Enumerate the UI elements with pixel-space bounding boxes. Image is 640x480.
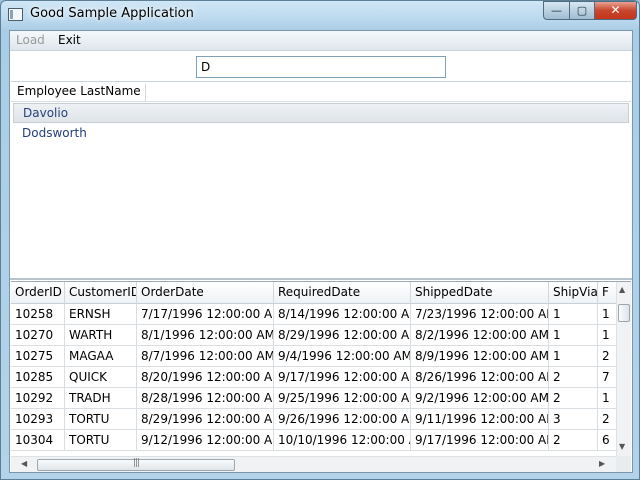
horizontal-scroll-thumb[interactable]: ||| (37, 458, 235, 471)
search-input[interactable] (196, 56, 446, 78)
app-window-icon[interactable] (8, 8, 23, 21)
cell-freight: 7 (602, 370, 610, 384)
cell-orderid: 10285 (11, 367, 65, 388)
cell-shippeddate: 9/17/1996 12:00:00 AM (411, 430, 549, 451)
cell-shipvia: 2 (549, 367, 598, 388)
application-window: Good Sample Application — ▢ ✕ Load Exit … (0, 0, 640, 480)
cell-orderdate: 7/17/1996 12:00:00 AM (137, 304, 274, 325)
cell-orderdate: 8/20/1996 12:00:00 AM (137, 367, 274, 388)
employee-list: Employee LastName Davolio Dodsworth (11, 81, 631, 281)
cell-orderid: 10293 (11, 409, 65, 430)
list-item-dodsworth[interactable]: Dodsworth (13, 124, 629, 144)
cell-shipvia: 2 (549, 388, 598, 409)
cell-shippeddate: 9/2/1996 12:00:00 AM (411, 388, 549, 409)
table-row[interactable]: 10292 TRADH 8/28/1996 12:00:00 AM 9/25/1… (11, 388, 616, 409)
cell-orderdate: 8/28/1996 12:00:00 AM (137, 388, 274, 409)
cell-freight: 2 (602, 349, 610, 363)
cell-customerid: QUICK (65, 367, 137, 388)
cell-requireddate: 9/25/1996 12:00:00 AM (274, 388, 411, 409)
cell-customerid: MAGAA (65, 346, 137, 367)
list-item-davolio[interactable]: Davolio (13, 103, 629, 123)
cell-shippeddate: 8/2/1996 12:00:00 AM (411, 325, 549, 346)
table-row[interactable]: 10304 TORTU 9/12/1996 12:00:00 AM 10/10/… (11, 430, 616, 451)
cell-shippeddate: 8/26/1996 12:00:00 AM (411, 367, 549, 388)
cell-requireddate: 8/14/1996 12:00:00 AM (274, 304, 411, 325)
column-header-freight[interactable]: F (598, 282, 616, 304)
column-header-customerid[interactable]: CustomerID (65, 282, 137, 304)
cell-customerid: TORTU (65, 430, 137, 451)
scroll-up-icon[interactable]: ▲ (619, 285, 625, 294)
cell-freight: 1 (602, 307, 610, 321)
cell-freight: 1 (602, 391, 610, 405)
window-title: Good Sample Application (30, 6, 194, 21)
cell-shipvia: 1 (549, 346, 598, 367)
column-header-orderdate[interactable]: OrderDate (137, 282, 274, 304)
cell-shipvia: 3 (549, 409, 598, 430)
cell-shippeddate: 9/11/1996 12:00:00 AM (411, 409, 549, 430)
cell-orderid: 10275 (11, 346, 65, 367)
cell-orderdate: 8/29/1996 12:00:00 AM (137, 409, 274, 430)
minimize-button[interactable]: — (543, 1, 570, 20)
horizontal-scrollbar[interactable]: ◀ ||| ▶ (11, 456, 616, 472)
table-row[interactable]: 10275 MAGAA 8/7/1996 12:00:00 AM 9/4/199… (11, 346, 616, 367)
column-header-employee-lastname[interactable]: Employee LastName (17, 84, 146, 102)
cell-shipvia: 1 (549, 304, 598, 325)
cell-customerid: TRADH (65, 388, 137, 409)
scroll-down-icon[interactable]: ▼ (619, 442, 625, 451)
cell-orderid: 10292 (11, 388, 65, 409)
cell-shipvia: 2 (549, 430, 598, 451)
scroll-left-icon[interactable]: ◀ (21, 459, 27, 468)
scrollbar-corner (616, 456, 631, 472)
cell-freight: 2 (602, 412, 610, 426)
scroll-right-icon[interactable]: ▶ (599, 459, 605, 468)
cell-orderid: 10270 (11, 325, 65, 346)
column-header-requireddate[interactable]: RequiredDate (274, 282, 411, 304)
menu-bar: Load Exit (10, 31, 632, 51)
cell-customerid: TORTU (65, 409, 137, 430)
cell-orderdate: 8/1/1996 12:00:00 AM (137, 325, 274, 346)
maximize-button[interactable]: ▢ (569, 1, 595, 20)
orders-grid: OrderID CustomerID OrderDate RequiredDat… (11, 281, 631, 472)
cell-requireddate: 9/4/1996 12:00:00 AM (274, 346, 411, 367)
main-content: Load Exit Employee LastName Davolio Dods… (9, 30, 633, 473)
vertical-scroll-thumb[interactable] (618, 304, 630, 322)
cell-freight: 6 (602, 433, 610, 447)
table-row[interactable]: 10270 WARTH 8/1/1996 12:00:00 AM 8/29/19… (11, 325, 616, 346)
cell-orderdate: 8/7/1996 12:00:00 AM (137, 346, 274, 367)
cell-requireddate: 8/29/1996 12:00:00 AM (274, 325, 411, 346)
cell-customerid: ERNSH (65, 304, 137, 325)
cell-customerid: WARTH (65, 325, 137, 346)
grid-splitter[interactable] (10, 278, 632, 280)
menu-item-load[interactable]: Load (16, 33, 45, 47)
column-header-shippeddate[interactable]: ShippedDate (411, 282, 549, 304)
table-row[interactable]: 10285 QUICK 8/20/1996 12:00:00 AM 9/17/1… (11, 367, 616, 388)
cell-freight: 1 (602, 328, 610, 342)
grid-header: OrderID CustomerID OrderDate RequiredDat… (11, 282, 616, 304)
cell-requireddate: 9/17/1996 12:00:00 AM (274, 367, 411, 388)
cell-orderdate: 9/12/1996 12:00:00 AM (137, 430, 274, 451)
close-button[interactable]: ✕ (594, 1, 637, 20)
table-row[interactable]: 10258 ERNSH 7/17/1996 12:00:00 AM 8/14/1… (11, 304, 616, 325)
vertical-scrollbar[interactable]: ▲ ▼ (616, 282, 631, 456)
cell-requireddate: 10/10/1996 12:00:00 AM (274, 430, 411, 451)
list-header: Employee LastName (11, 82, 631, 102)
cell-shipvia: 1 (549, 325, 598, 346)
column-header-orderid[interactable]: OrderID (11, 282, 65, 304)
cell-shippeddate: 8/9/1996 12:00:00 AM (411, 346, 549, 367)
scroll-grip-icon: ||| (133, 458, 140, 468)
table-row[interactable]: 10293 TORTU 8/29/1996 12:00:00 AM 9/26/1… (11, 409, 616, 430)
column-header-shipvia[interactable]: ShipVia (549, 282, 598, 304)
title-bar[interactable]: Good Sample Application — ▢ ✕ (1, 1, 639, 29)
cell-shippeddate: 7/23/1996 12:00:00 AM (411, 304, 549, 325)
cell-orderid: 10304 (11, 430, 65, 451)
cell-requireddate: 9/26/1996 12:00:00 AM (274, 409, 411, 430)
menu-item-exit[interactable]: Exit (58, 33, 81, 47)
cell-orderid: 10258 (11, 304, 65, 325)
